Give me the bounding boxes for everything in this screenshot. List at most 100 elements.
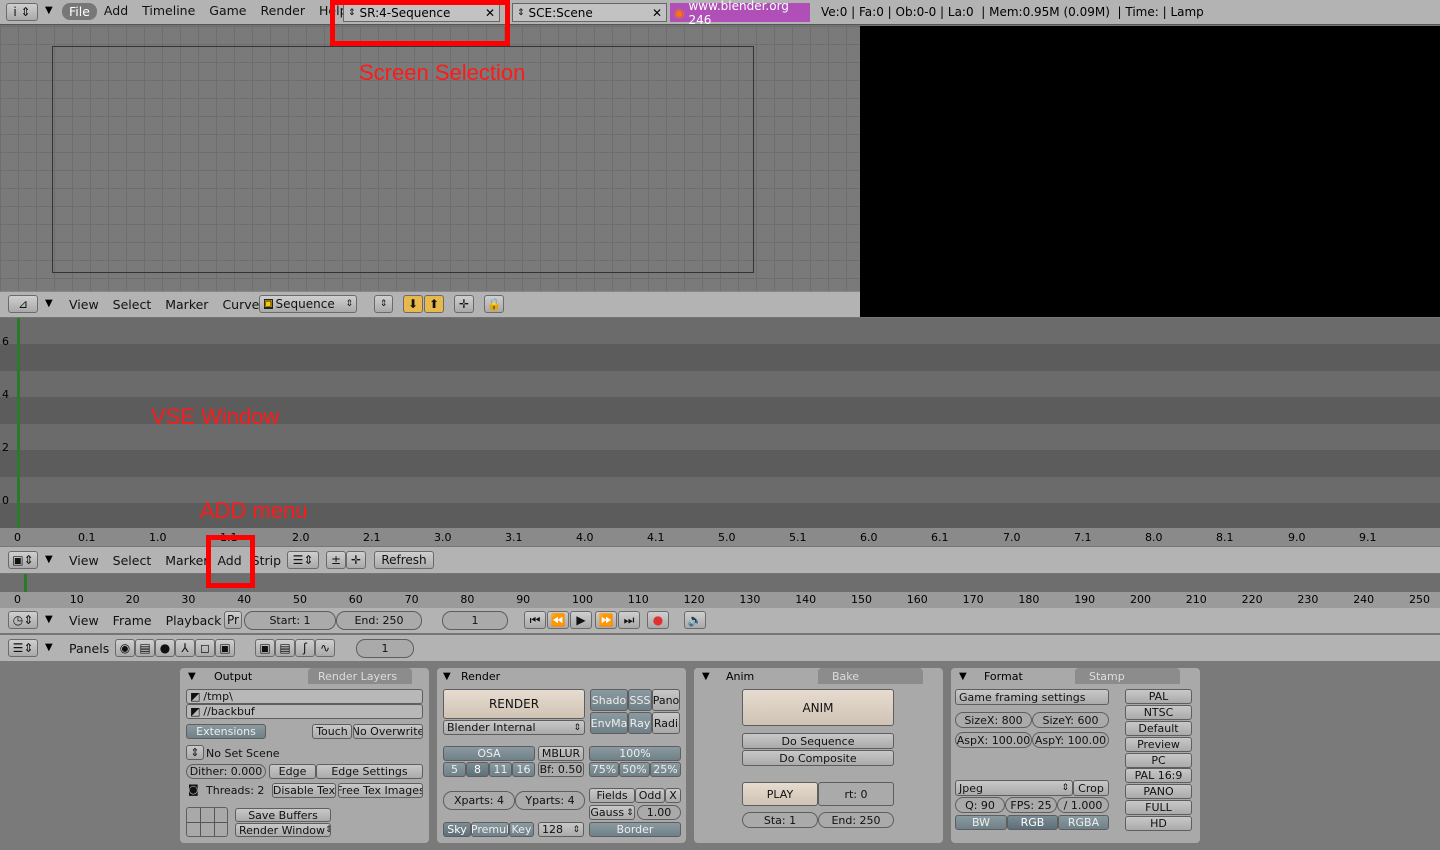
menu-add[interactable]: Add	[97, 3, 135, 20]
scene-context-icon[interactable]: ▣	[215, 639, 235, 657]
crop-toggle[interactable]: Crop	[1073, 780, 1109, 796]
ray-toggle[interactable]: Ray	[628, 712, 652, 734]
key-toggle[interactable]: Key	[509, 822, 534, 837]
timeline-editor-type-button[interactable]: ◷⇕	[8, 611, 38, 629]
game-framing-button[interactable]: Game framing settings	[955, 689, 1109, 705]
panels-menu[interactable]: Panels	[62, 641, 116, 656]
size-50-button[interactable]: 50%	[619, 762, 650, 777]
preset-pano[interactable]: PANO	[1125, 784, 1192, 799]
buttons-editor-type-button[interactable]: ☰⇕	[8, 639, 38, 657]
size-75-button[interactable]: 75%	[589, 762, 619, 777]
render-button[interactable]: RENDER	[443, 689, 585, 719]
ipo-menu-select[interactable]: Select	[106, 297, 159, 312]
anim-buttons-icon[interactable]: ▤	[275, 639, 295, 657]
anim-end-field[interactable]: End: 250	[818, 812, 894, 828]
ipo-down-arrow-icon[interactable]: ⬇	[403, 295, 423, 313]
edge-button[interactable]: Edge	[269, 764, 316, 779]
fps-field[interactable]: FPS: 25	[1005, 797, 1057, 813]
ipo-channel-button[interactable]: ⇕	[374, 295, 393, 313]
object-context-icon[interactable]: ⅄	[175, 639, 195, 657]
record-icon[interactable]: ●	[647, 611, 669, 629]
save-buffers-button[interactable]: Save Buffers	[235, 808, 331, 822]
logic-context-icon[interactable]: ◉	[115, 639, 135, 657]
set-scene-button[interactable]: ⇕	[186, 745, 204, 760]
anim-button[interactable]: ANIM	[742, 689, 894, 726]
start-frame-field[interactable]: Start: 1	[244, 611, 336, 630]
collapse-triangle-icon[interactable]: ▼	[45, 298, 53, 309]
size-100-button[interactable]: 100%	[589, 746, 681, 761]
shading-context-icon[interactable]: ●	[155, 639, 175, 657]
preset-pc[interactable]: PC	[1125, 753, 1192, 768]
collapse-triangle-icon[interactable]: ▼	[45, 614, 53, 625]
tab-render-layers[interactable]: Render Layers	[308, 668, 412, 684]
vse-view-type-selector[interactable]: ☰⇕	[287, 551, 319, 569]
rt-field[interactable]: rt: 0	[818, 782, 894, 806]
preset-hd[interactable]: HD	[1125, 816, 1192, 831]
do-sequence-toggle[interactable]: Do Sequence	[742, 733, 894, 749]
envmap-toggle[interactable]: EnvMa	[590, 712, 628, 734]
do-composite-toggle[interactable]: Do Composite	[742, 750, 894, 766]
rewind-icon[interactable]: ⏪	[547, 611, 569, 629]
anim-start-field[interactable]: Sta: 1	[742, 812, 818, 828]
ipo-lock-icon[interactable]: 🔒	[484, 295, 504, 313]
preset-preview[interactable]: Preview	[1125, 737, 1192, 752]
tab-render[interactable]: ▼ Render	[437, 668, 686, 684]
tab-output[interactable]: ▼ Output	[180, 668, 308, 684]
vse-zoom-icon[interactable]: ±	[326, 551, 346, 569]
menu-render[interactable]: Render	[254, 3, 313, 20]
blur-factor-field[interactable]: Bf: 0.50	[538, 762, 584, 777]
rgb-toggle[interactable]: RGB	[1007, 815, 1058, 830]
osa-toggle[interactable]: OSA	[443, 746, 535, 761]
rgba-toggle[interactable]: RGBA	[1058, 815, 1109, 830]
editing-context-icon[interactable]: ◻	[195, 639, 215, 657]
touch-button[interactable]: Touch	[312, 724, 352, 739]
sky-toggle[interactable]: Sky	[443, 822, 471, 837]
aspy-field[interactable]: AspY: 100.00	[1032, 732, 1109, 748]
size-25-button[interactable]: 25%	[650, 762, 681, 777]
preset-default[interactable]: Default	[1125, 721, 1192, 736]
menu-game[interactable]: Game	[202, 3, 253, 20]
backbuf-path-field[interactable]: ◩//backbuf	[186, 704, 423, 719]
osa-5-button[interactable]: 5	[443, 762, 466, 777]
ipo-editor-type-button[interactable]: ⊿	[8, 295, 38, 313]
odd-toggle[interactable]: Odd	[635, 788, 665, 803]
sizey-field[interactable]: SizeY: 600	[1032, 712, 1109, 728]
current-frame-field[interactable]: 1	[442, 611, 508, 630]
ipo-menu-view[interactable]: View	[62, 297, 106, 312]
threads-icon[interactable]: ◙	[188, 783, 199, 796]
file-format-selector[interactable]: Jpeg ⇕	[955, 780, 1073, 796]
preview-range-button[interactable]: Pr	[224, 611, 242, 629]
mblur-toggle[interactable]: MBLUR	[538, 746, 584, 761]
timeline-menu-playback[interactable]: Playback	[159, 613, 229, 628]
render-engine-selector[interactable]: Blender Internal ⇕	[443, 720, 585, 735]
end-frame-field[interactable]: End: 250	[336, 611, 422, 630]
timeline-menu-view[interactable]: View	[62, 613, 106, 628]
buttons-frame-field[interactable]: 1	[356, 639, 414, 658]
collapse-triangle-icon[interactable]: ▼	[45, 5, 53, 16]
fast-forward-icon[interactable]: ⏩	[595, 611, 617, 629]
radiosity-toggle[interactable]: Radi	[652, 712, 680, 734]
preset-pal[interactable]: PAL	[1125, 689, 1192, 704]
vse-pan-icon[interactable]: ✛	[346, 551, 366, 569]
audio-icon[interactable]: 🔈	[684, 611, 706, 629]
script-context-icon[interactable]: ▤	[135, 639, 155, 657]
editor-type-button[interactable]: i ⇕	[6, 3, 38, 21]
aspx-field[interactable]: AspX: 100.00	[955, 732, 1032, 748]
osa-11-button[interactable]: 11	[489, 762, 512, 777]
dither-field[interactable]: Dither: 0.000	[186, 764, 266, 779]
disable-tex-button[interactable]: Disable Tex	[272, 783, 336, 798]
fps-divisor-field[interactable]: / 1.000	[1057, 797, 1109, 813]
osa-16-button[interactable]: 16	[512, 762, 535, 777]
sound-buttons-icon[interactable]: ʃ	[295, 639, 315, 657]
ipo-menu-marker[interactable]: Marker	[158, 297, 215, 312]
premul-toggle[interactable]: Premul	[471, 822, 509, 837]
preset-full[interactable]: FULL	[1125, 800, 1192, 815]
jump-end-icon[interactable]: ⏭	[618, 611, 640, 629]
output-path-field[interactable]: ◩/tmp\	[186, 689, 423, 704]
scene-delete-icon[interactable]: ✕	[648, 6, 666, 20]
pano-toggle[interactable]: Pano	[652, 689, 680, 711]
bw-toggle[interactable]: BW	[955, 815, 1007, 830]
vse-menu-view[interactable]: View	[62, 553, 106, 568]
ipo-type-selector[interactable]: ▣ Sequence ⇕	[259, 295, 357, 313]
border-toggle[interactable]: Border	[589, 822, 681, 837]
